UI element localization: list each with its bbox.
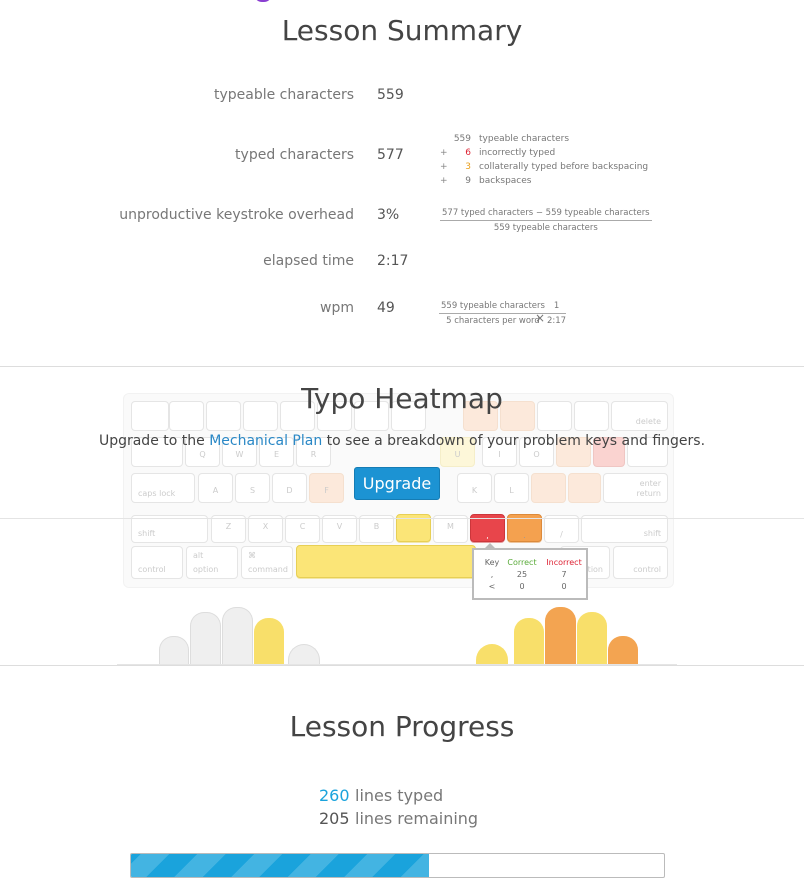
finger — [190, 612, 221, 664]
lines-typed: 260 lines typed — [319, 786, 443, 805]
key — [568, 473, 601, 503]
typo-heatmap-title: Typo Heatmap — [301, 382, 503, 415]
tooltip-header-correct: Correct — [507, 558, 537, 567]
finger — [608, 636, 638, 664]
divider — [0, 518, 804, 519]
elapsed-label: elapsed time — [263, 253, 354, 269]
key-slash: / — [544, 515, 579, 543]
overhead-formula: 577 typed characters − 559 typeable char… — [440, 208, 652, 233]
key-stats-tooltip: Key Correct Incorrect , 25 7 < 0 0 — [472, 543, 588, 600]
finger — [577, 612, 607, 664]
tooltip-pointer — [484, 543, 496, 549]
lines-typed-count: 260 — [319, 786, 350, 805]
key-f: F — [309, 473, 344, 503]
lesson-summary-title: Lesson Summary — [281, 14, 523, 47]
mechanical-plan-link[interactable]: Mechanical Plan — [209, 433, 322, 449]
option-left-key: alt option — [186, 546, 238, 579]
progress-bar-fill — [131, 854, 429, 877]
finger — [159, 636, 189, 664]
key-a: A — [198, 473, 233, 503]
enter-key: enter return — [603, 473, 668, 503]
summary-row-typeable: typeable characters 559 — [0, 87, 804, 107]
wpm-label: wpm — [320, 300, 354, 316]
finger — [254, 618, 284, 664]
key-c: C — [285, 515, 320, 543]
caps-lock-key: caps lock — [131, 473, 195, 503]
command-left-key: ⌘ command — [241, 546, 293, 579]
tooltip-header-incorrect: Incorrect — [546, 558, 582, 567]
lines-typed-label: lines typed — [355, 786, 444, 805]
shift-right-key: shift — [581, 515, 668, 543]
upgrade-message: Upgrade to the Mechanical Plan to see a … — [98, 433, 706, 449]
progress-bar — [130, 853, 665, 878]
control-left-key: control — [131, 546, 183, 579]
key-k: K — [457, 473, 492, 503]
finger-heatmap — [0, 600, 804, 664]
typeable-label: typeable characters — [213, 87, 354, 103]
summary-row-wpm: wpm 49 — [0, 300, 804, 320]
logo-fragment — [254, 0, 272, 2]
key-d: D — [272, 473, 307, 503]
times-sign: × — [535, 311, 546, 325]
overhead-value: 3% — [377, 207, 400, 223]
divider — [0, 366, 804, 367]
lines-remaining-count: 205 — [319, 809, 350, 828]
divider — [0, 665, 804, 666]
key-v: V — [322, 515, 357, 543]
lines-remaining-label: lines remaining — [355, 809, 479, 828]
wpm-formula-time: 1 2:17 — [547, 301, 567, 326]
control-right-key: control — [613, 546, 668, 579]
wpm-formula: 559 typeable characters 5 characters per… — [439, 301, 547, 326]
thumb — [288, 644, 320, 664]
tooltip-row-correct: 0 — [519, 582, 525, 591]
thumb — [476, 644, 508, 664]
finger — [514, 618, 544, 664]
key-l: L — [494, 473, 529, 503]
lines-remaining: 205 lines remaining — [319, 809, 478, 828]
finger — [545, 607, 576, 664]
key-m: M — [433, 515, 468, 543]
typeable-value: 559 — [377, 87, 404, 103]
summary-row-typed: typed characters 577 — [0, 147, 804, 167]
key-z: Z — [211, 515, 246, 543]
tooltip-row-correct: 25 — [516, 570, 528, 579]
key-b: B — [359, 515, 394, 543]
tooltip-row-incorrect: 0 — [561, 582, 567, 591]
elapsed-value: 2:17 — [377, 253, 409, 269]
summary-row-elapsed: elapsed time 2:17 — [0, 253, 804, 273]
shift-left-key: shift — [131, 515, 208, 543]
finger — [222, 607, 253, 664]
typed-value: 577 — [377, 147, 404, 163]
upgrade-button[interactable]: Upgrade — [354, 467, 440, 500]
key-x: X — [248, 515, 283, 543]
wpm-value: 49 — [377, 300, 395, 316]
summary-row-overhead: unproductive keystroke overhead 3% — [0, 207, 804, 227]
key — [531, 473, 566, 503]
lesson-progress-title: Lesson Progress — [289, 710, 515, 743]
key-s: S — [235, 473, 270, 503]
space-key-highlight — [296, 545, 476, 578]
tooltip-row-incorrect: 7 — [561, 570, 567, 579]
typed-label: typed characters — [235, 147, 354, 163]
overhead-label: unproductive keystroke overhead — [119, 207, 354, 223]
